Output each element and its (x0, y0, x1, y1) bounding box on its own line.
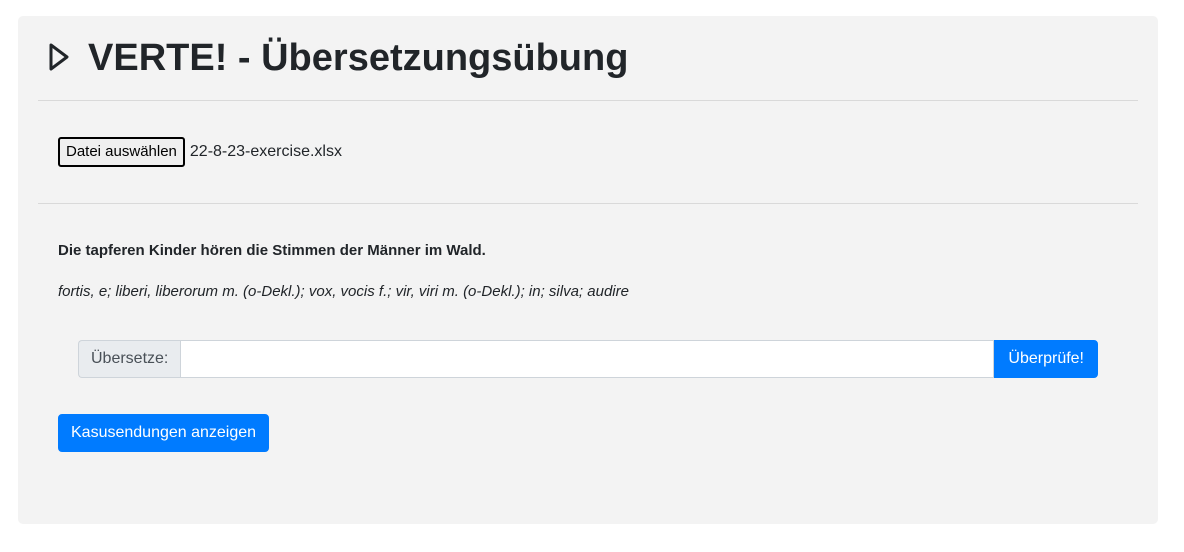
translation-input[interactable] (180, 340, 995, 378)
translate-input-group: Übersetze: Überprüfe! (78, 340, 1098, 378)
check-button[interactable]: Überprüfe! (994, 340, 1098, 378)
exercise-sentence: Die tapferen Kinder hören die Stimmen de… (58, 242, 486, 259)
translate-label: Übersetze: (78, 340, 181, 378)
file-picker: Datei auswählen 22-8-23-exercise.xlsx (58, 137, 342, 167)
vocabulary-hint: fortis, e; liberi, liberorum m. (o-Dekl.… (58, 283, 629, 300)
show-case-endings-button[interactable]: Kasusendungen anzeigen (58, 414, 270, 452)
page-title: VERTE! - Übersetzungsübung (88, 37, 629, 79)
exercise-card: VERTE! - Übersetzungsübung Datei auswähl… (18, 16, 1158, 524)
section-divider (38, 203, 1138, 204)
selected-file-name: 22-8-23-exercise.xlsx (189, 143, 342, 160)
page-header: VERTE! - Übersetzungsübung (38, 16, 1138, 101)
play-icon (49, 43, 69, 71)
choose-file-button[interactable]: Datei auswählen (58, 137, 185, 167)
